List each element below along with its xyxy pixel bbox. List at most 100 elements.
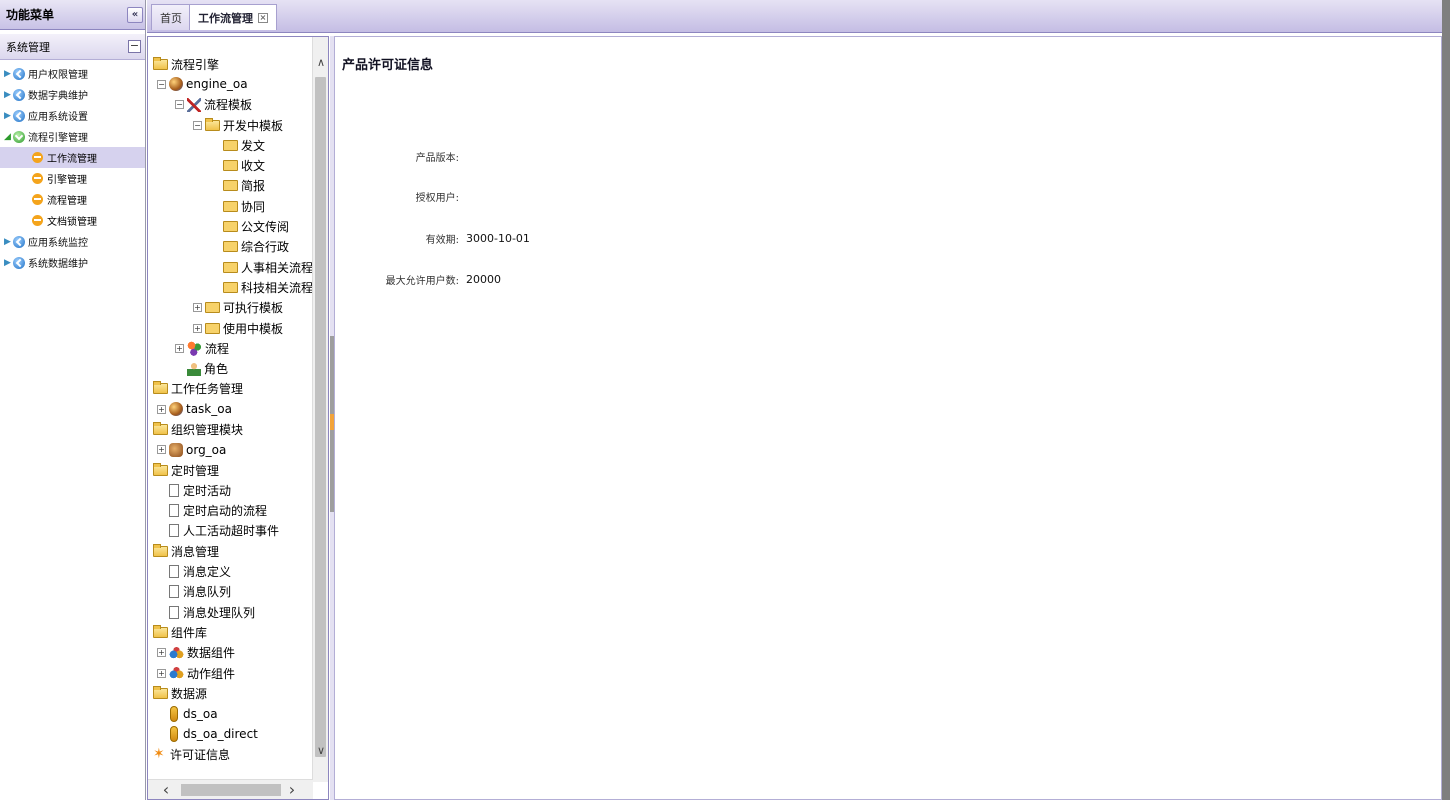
tree-node[interactable]: 角色 bbox=[153, 358, 313, 378]
tree-node-label: 流程引擎 bbox=[171, 57, 220, 72]
collapse-arrow-icon[interactable]: ◢ bbox=[4, 132, 13, 142]
tree-node[interactable]: + 使用中模板 bbox=[153, 318, 313, 338]
tree-node-label: 定时启动的流程 bbox=[183, 504, 268, 519]
close-icon[interactable]: × bbox=[258, 12, 268, 23]
expand-arrow-icon[interactable]: ▶ bbox=[4, 90, 13, 100]
tree-node[interactable]: + task_oa bbox=[153, 399, 313, 419]
tree-node[interactable]: 消息定义 bbox=[153, 561, 313, 581]
sidebar-item-app-monitor[interactable]: ▶ 应用系统监控 bbox=[0, 231, 145, 252]
tree-node[interactable]: + 可执行模板 bbox=[153, 298, 313, 318]
section-label: 系统管理 bbox=[6, 40, 50, 54]
expand-icon[interactable]: + bbox=[175, 343, 184, 353]
tree-node-label: 流程 bbox=[205, 341, 230, 356]
scroll-down-icon[interactable]: ∨ bbox=[313, 743, 328, 759]
expand-icon[interactable]: + bbox=[193, 323, 202, 333]
tree-node-label: 简报 bbox=[241, 179, 266, 194]
engine-icon bbox=[169, 77, 183, 92]
tab-workflow-management[interactable]: 工作流管理 × bbox=[189, 4, 277, 30]
expand-arrow-icon[interactable]: ▶ bbox=[4, 111, 13, 121]
expand-arrow-icon[interactable]: ▶ bbox=[4, 69, 13, 79]
tree-node[interactable]: + 数据组件 bbox=[153, 643, 313, 663]
tree-node[interactable]: 数据源 bbox=[153, 683, 313, 703]
tab-home[interactable]: 首页 bbox=[151, 4, 191, 30]
tree-node[interactable]: + 流程 bbox=[153, 338, 313, 358]
expand-arrow-icon[interactable]: ▶ bbox=[4, 237, 13, 247]
horizontal-scrollbar[interactable]: ‹ › bbox=[148, 779, 313, 799]
expand-arrow-icon[interactable]: ▶ bbox=[4, 258, 13, 268]
tree-node[interactable]: ds_oa_direct bbox=[153, 724, 313, 744]
document-icon bbox=[169, 504, 179, 518]
tree-node[interactable]: 简报 bbox=[153, 176, 313, 196]
tab-label: 工作流管理 bbox=[198, 11, 253, 25]
tree-node[interactable]: 定时启动的流程 bbox=[153, 501, 313, 521]
expand-icon[interactable]: + bbox=[157, 648, 166, 658]
sidebar-subitem-doc-lock[interactable]: 文档锁管理 bbox=[0, 210, 145, 231]
expand-icon[interactable]: + bbox=[193, 303, 202, 313]
horizontal-scroll-thumb[interactable] bbox=[181, 784, 281, 796]
vertical-scroll-thumb[interactable] bbox=[315, 77, 326, 757]
section-system-management[interactable]: 系统管理 − bbox=[0, 34, 145, 60]
sidebar-item-label: 应用系统监控 bbox=[28, 238, 88, 249]
scroll-left-icon[interactable]: ‹ bbox=[158, 782, 174, 798]
tree-node-label: org_oa bbox=[186, 442, 227, 457]
tree-node[interactable]: 工作任务管理 bbox=[153, 379, 313, 399]
tab-label: 首页 bbox=[160, 11, 182, 25]
folder-open-icon bbox=[153, 624, 168, 638]
sidebar-item-process-engine[interactable]: ◢ 流程引擎管理 bbox=[0, 126, 145, 147]
tree-node[interactable]: 流程引擎 bbox=[153, 54, 313, 74]
folder-icon bbox=[205, 322, 220, 334]
tree-node[interactable]: 发文 bbox=[153, 135, 313, 155]
tree-node-label: 消息管理 bbox=[171, 544, 220, 559]
tree-node[interactable]: − 开发中模板 bbox=[153, 115, 313, 135]
sidebar-subitem-engine[interactable]: 引擎管理 bbox=[0, 168, 145, 189]
tree-node[interactable]: 人事相关流程 bbox=[153, 257, 313, 277]
tree-node[interactable]: 消息管理 bbox=[153, 541, 313, 561]
tree-node[interactable]: ds_oa bbox=[153, 704, 313, 724]
collapse-icon[interactable]: « bbox=[127, 7, 143, 23]
section-collapse-icon[interactable]: − bbox=[128, 40, 141, 53]
field-label: 最大允许用户数: bbox=[385, 276, 459, 287]
tree-node[interactable]: 人工活动超时事件 bbox=[153, 521, 313, 541]
tree-node-label: 流程模板 bbox=[204, 98, 253, 113]
tree-node[interactable]: 消息处理队列 bbox=[153, 602, 313, 622]
tree-node[interactable]: 组织管理模块 bbox=[153, 419, 313, 439]
tree-node-label: 协同 bbox=[241, 199, 266, 214]
tree-node[interactable]: 消息队列 bbox=[153, 582, 313, 602]
tree-node[interactable]: 公文传阅 bbox=[153, 216, 313, 236]
sidebar-item-data-dictionary[interactable]: ▶ 数据字典维护 bbox=[0, 84, 145, 105]
process-icon bbox=[187, 340, 202, 356]
sidebar-subitem-process[interactable]: 流程管理 bbox=[0, 189, 145, 210]
circle-arrow-icon bbox=[13, 235, 25, 248]
tree-node-label: 消息处理队列 bbox=[183, 605, 256, 620]
tree-node[interactable]: 科技相关流程 bbox=[153, 277, 313, 297]
tree-node[interactable]: 综合行政 bbox=[153, 237, 313, 257]
collapse-icon[interactable]: − bbox=[193, 120, 202, 130]
scroll-up-icon[interactable]: ∧ bbox=[313, 55, 328, 71]
folder-icon bbox=[223, 261, 238, 273]
tree-node-label: 发文 bbox=[241, 138, 266, 153]
expand-icon[interactable]: + bbox=[157, 404, 166, 414]
tree-node[interactable]: − engine_oa bbox=[153, 74, 313, 94]
scroll-right-icon[interactable]: › bbox=[284, 782, 300, 798]
sidebar-item-data-maintenance[interactable]: ▶ 系统数据维护 bbox=[0, 252, 145, 273]
collapse-icon[interactable]: − bbox=[157, 79, 166, 89]
tree-node[interactable]: − 流程模板 bbox=[153, 95, 313, 115]
tree-node[interactable]: + org_oa bbox=[153, 440, 313, 460]
tree-node[interactable]: 收文 bbox=[153, 155, 313, 175]
tree-node[interactable]: 协同 bbox=[153, 196, 313, 216]
tree-node-label: 消息队列 bbox=[183, 585, 232, 600]
tree-node[interactable]: 定时活动 bbox=[153, 480, 313, 500]
tree-node[interactable]: 组件库 bbox=[153, 622, 313, 642]
tree-node-label: 数据源 bbox=[171, 686, 208, 701]
minus-circle-icon bbox=[32, 152, 43, 163]
expand-icon[interactable]: + bbox=[157, 445, 166, 455]
tree-node[interactable]: + 动作组件 bbox=[153, 663, 313, 683]
sidebar-item-app-settings[interactable]: ▶ 应用系统设置 bbox=[0, 105, 145, 126]
tree-node[interactable]: 定时管理 bbox=[153, 460, 313, 480]
sidebar-item-user-permissions[interactable]: ▶ 用户权限管理 bbox=[0, 63, 145, 84]
collapse-icon[interactable]: − bbox=[175, 100, 184, 110]
sidebar-subitem-workflow[interactable]: 工作流管理 bbox=[0, 147, 145, 168]
vertical-scrollbar[interactable]: ∧ ∨ bbox=[312, 37, 328, 782]
expand-icon[interactable]: + bbox=[157, 668, 166, 678]
tree-node[interactable]: ✶ 许可证信息 bbox=[153, 744, 313, 764]
